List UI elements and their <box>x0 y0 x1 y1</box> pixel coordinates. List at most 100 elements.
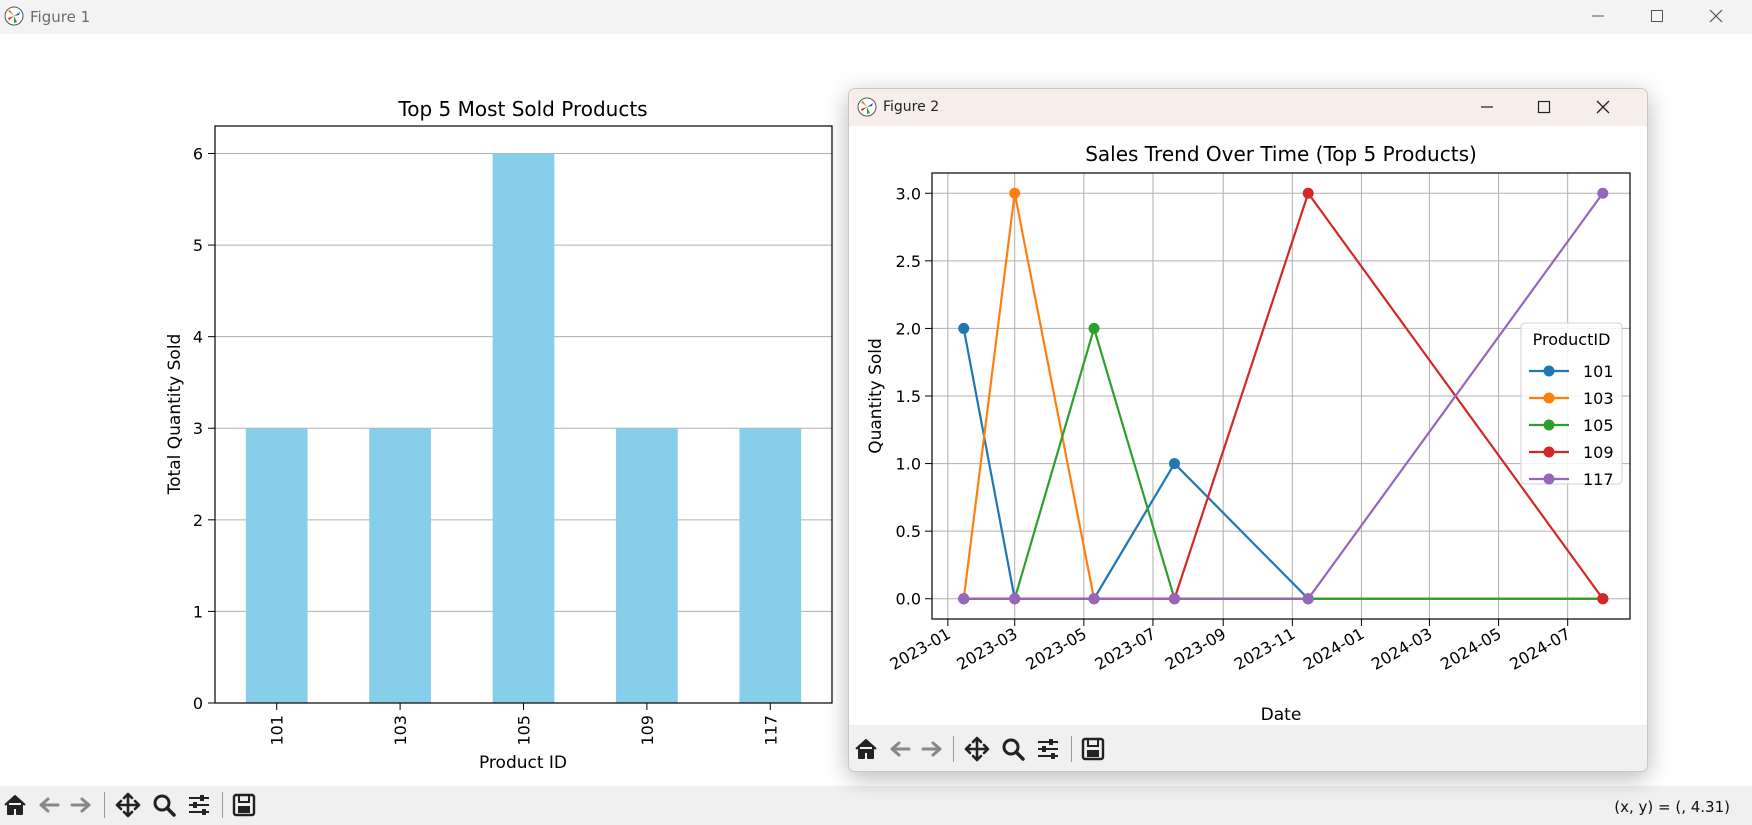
toolbar-separator <box>104 792 105 818</box>
configure-subplots-icon <box>1038 739 1058 759</box>
line-chart[interactable]: 0.00.51.01.52.02.53.0 2023-01 2023-03 2023… <box>849 126 1648 725</box>
y-tick-label: 3.0 <box>896 184 921 203</box>
bar[interactable] <box>616 428 678 703</box>
bar[interactable] <box>492 153 555 703</box>
bar[interactable] <box>245 428 308 703</box>
configure-subplots-tool-button[interactable] <box>1033 734 1063 764</box>
back-arrow-tool-button[interactable] <box>34 790 64 820</box>
minimize-button[interactable] <box>1464 91 1510 123</box>
save-floppy-icon <box>1081 737 1105 761</box>
save-floppy-tool-button[interactable] <box>1078 734 1108 764</box>
legend-title: ProductID <box>1533 330 1611 349</box>
data-point[interactable] <box>1302 187 1314 199</box>
x-tick-label: 2024-07 <box>1506 624 1573 674</box>
y-tick-label: 5 <box>193 236 203 255</box>
x-tick-label: 105 <box>515 715 534 746</box>
data-point[interactable] <box>1168 593 1180 605</box>
y-tick-label: 0.5 <box>896 522 921 541</box>
y-tick-label: 1.0 <box>896 455 921 474</box>
y-tick-label: 6 <box>193 144 203 163</box>
home-icon <box>4 795 26 815</box>
figure-2-titlebar[interactable]: Figure 2 <box>849 89 1647 126</box>
back-arrow-tool-button[interactable] <box>885 734 915 764</box>
x-tick-label: 2023-03 <box>953 624 1020 674</box>
y-axis-label: Total Quantity Sold <box>165 334 185 496</box>
pan-move-tool-button[interactable] <box>962 734 992 764</box>
close-button[interactable] <box>1693 0 1739 32</box>
figure-2-window: Figure 2 0.0 0.5 1.0 1.5 2.0 2.5 3.0 2023-01 20… <box>848 88 1648 772</box>
matplotlib-logo-icon <box>4 6 24 26</box>
back-arrow-icon <box>39 797 60 813</box>
zoom-magnifier-tool-button[interactable] <box>149 790 179 820</box>
home-tool-button[interactable] <box>851 734 881 764</box>
minimize-button[interactable] <box>1575 0 1621 32</box>
toolbar-separator <box>222 792 223 818</box>
minimize-icon <box>1592 15 1604 17</box>
figure-2-toolbar <box>849 725 1647 771</box>
x-tick-label: 2023-09 <box>1162 624 1229 674</box>
figure-1-toolbar <box>0 786 1752 825</box>
close-icon <box>1596 100 1610 114</box>
legend-swatch-marker <box>1543 365 1555 377</box>
data-point[interactable] <box>958 593 970 605</box>
home-tool-button[interactable] <box>0 790 30 820</box>
minimize-icon <box>1481 106 1493 108</box>
legend-swatch-marker <box>1543 392 1555 404</box>
legend-entry: 103 <box>1583 389 1614 408</box>
legend-swatch-marker <box>1543 419 1555 431</box>
bar-chart[interactable]: 0 1 2 3 4 5 6 101 103 105 109 117 Top 5 Most Sold … <box>0 34 840 786</box>
y-tick-label: 2.5 <box>896 252 921 271</box>
y-tick-label: 1 <box>193 602 203 621</box>
x-tick-label: 2023-11 <box>1231 624 1298 674</box>
forward-arrow-tool-button[interactable] <box>917 734 947 764</box>
zoom-magnifier-tool-button[interactable] <box>998 734 1028 764</box>
close-button[interactable] <box>1580 91 1626 123</box>
legend-entry: 101 <box>1583 362 1614 381</box>
x-tick-label: 117 <box>761 715 780 746</box>
x-axis-label: Date <box>1261 705 1302 725</box>
pan-move-tool-button[interactable] <box>113 790 143 820</box>
home-icon <box>855 739 877 759</box>
legend-swatch-marker <box>1543 473 1555 485</box>
window-title: Figure 1 <box>30 8 91 26</box>
pan-move-icon <box>964 736 990 762</box>
toolbar-separator <box>1071 736 1072 762</box>
figure-1-titlebar[interactable]: Figure 1 <box>0 0 1752 34</box>
data-point[interactable] <box>1009 187 1021 199</box>
data-point[interactable] <box>1302 593 1314 605</box>
data-point[interactable] <box>1088 322 1100 334</box>
configure-subplots-tool-button[interactable] <box>184 790 214 820</box>
matplotlib-logo-icon <box>857 97 877 117</box>
window-title: Figure 2 <box>883 99 940 115</box>
toolbar-separator <box>953 736 954 762</box>
save-floppy-tool-button[interactable] <box>229 790 259 820</box>
forward-arrow-tool-button[interactable] <box>66 790 96 820</box>
data-point[interactable] <box>1597 187 1609 199</box>
maximize-icon <box>1537 100 1551 114</box>
y-tick-label: 2 <box>193 511 203 530</box>
configure-subplots-icon <box>189 795 209 815</box>
zoom-magnifier-icon <box>153 794 176 817</box>
maximize-button[interactable] <box>1634 0 1680 32</box>
coordinate-readout: (x, y) = (, 4.31) <box>1614 798 1730 816</box>
pan-move-icon <box>115 792 141 818</box>
legend-entry: 117 <box>1583 470 1614 489</box>
chart-title: Top 5 Most Sold Products <box>397 97 647 121</box>
data-point[interactable] <box>1597 593 1609 605</box>
y-tick-label: 3 <box>193 419 203 438</box>
x-tick-label: 2024-03 <box>1368 624 1435 674</box>
x-tick-label: 2024-05 <box>1437 624 1504 674</box>
data-point[interactable] <box>958 322 970 334</box>
legend: ProductID 101 103 105 109 117 <box>1520 322 1623 489</box>
y-tick-label: 1.5 <box>896 387 921 406</box>
data-point[interactable] <box>1168 458 1180 470</box>
y-axis-label: Quantity Sold <box>866 338 886 454</box>
chart-title: Sales Trend Over Time (Top 5 Products) <box>1085 142 1477 166</box>
forward-arrow-icon <box>921 741 942 757</box>
bar[interactable] <box>369 428 431 703</box>
data-point[interactable] <box>1088 593 1100 605</box>
data-point[interactable] <box>1009 593 1021 605</box>
bar[interactable] <box>739 428 802 703</box>
maximize-button[interactable] <box>1521 91 1567 123</box>
legend-entry: 105 <box>1583 416 1614 435</box>
